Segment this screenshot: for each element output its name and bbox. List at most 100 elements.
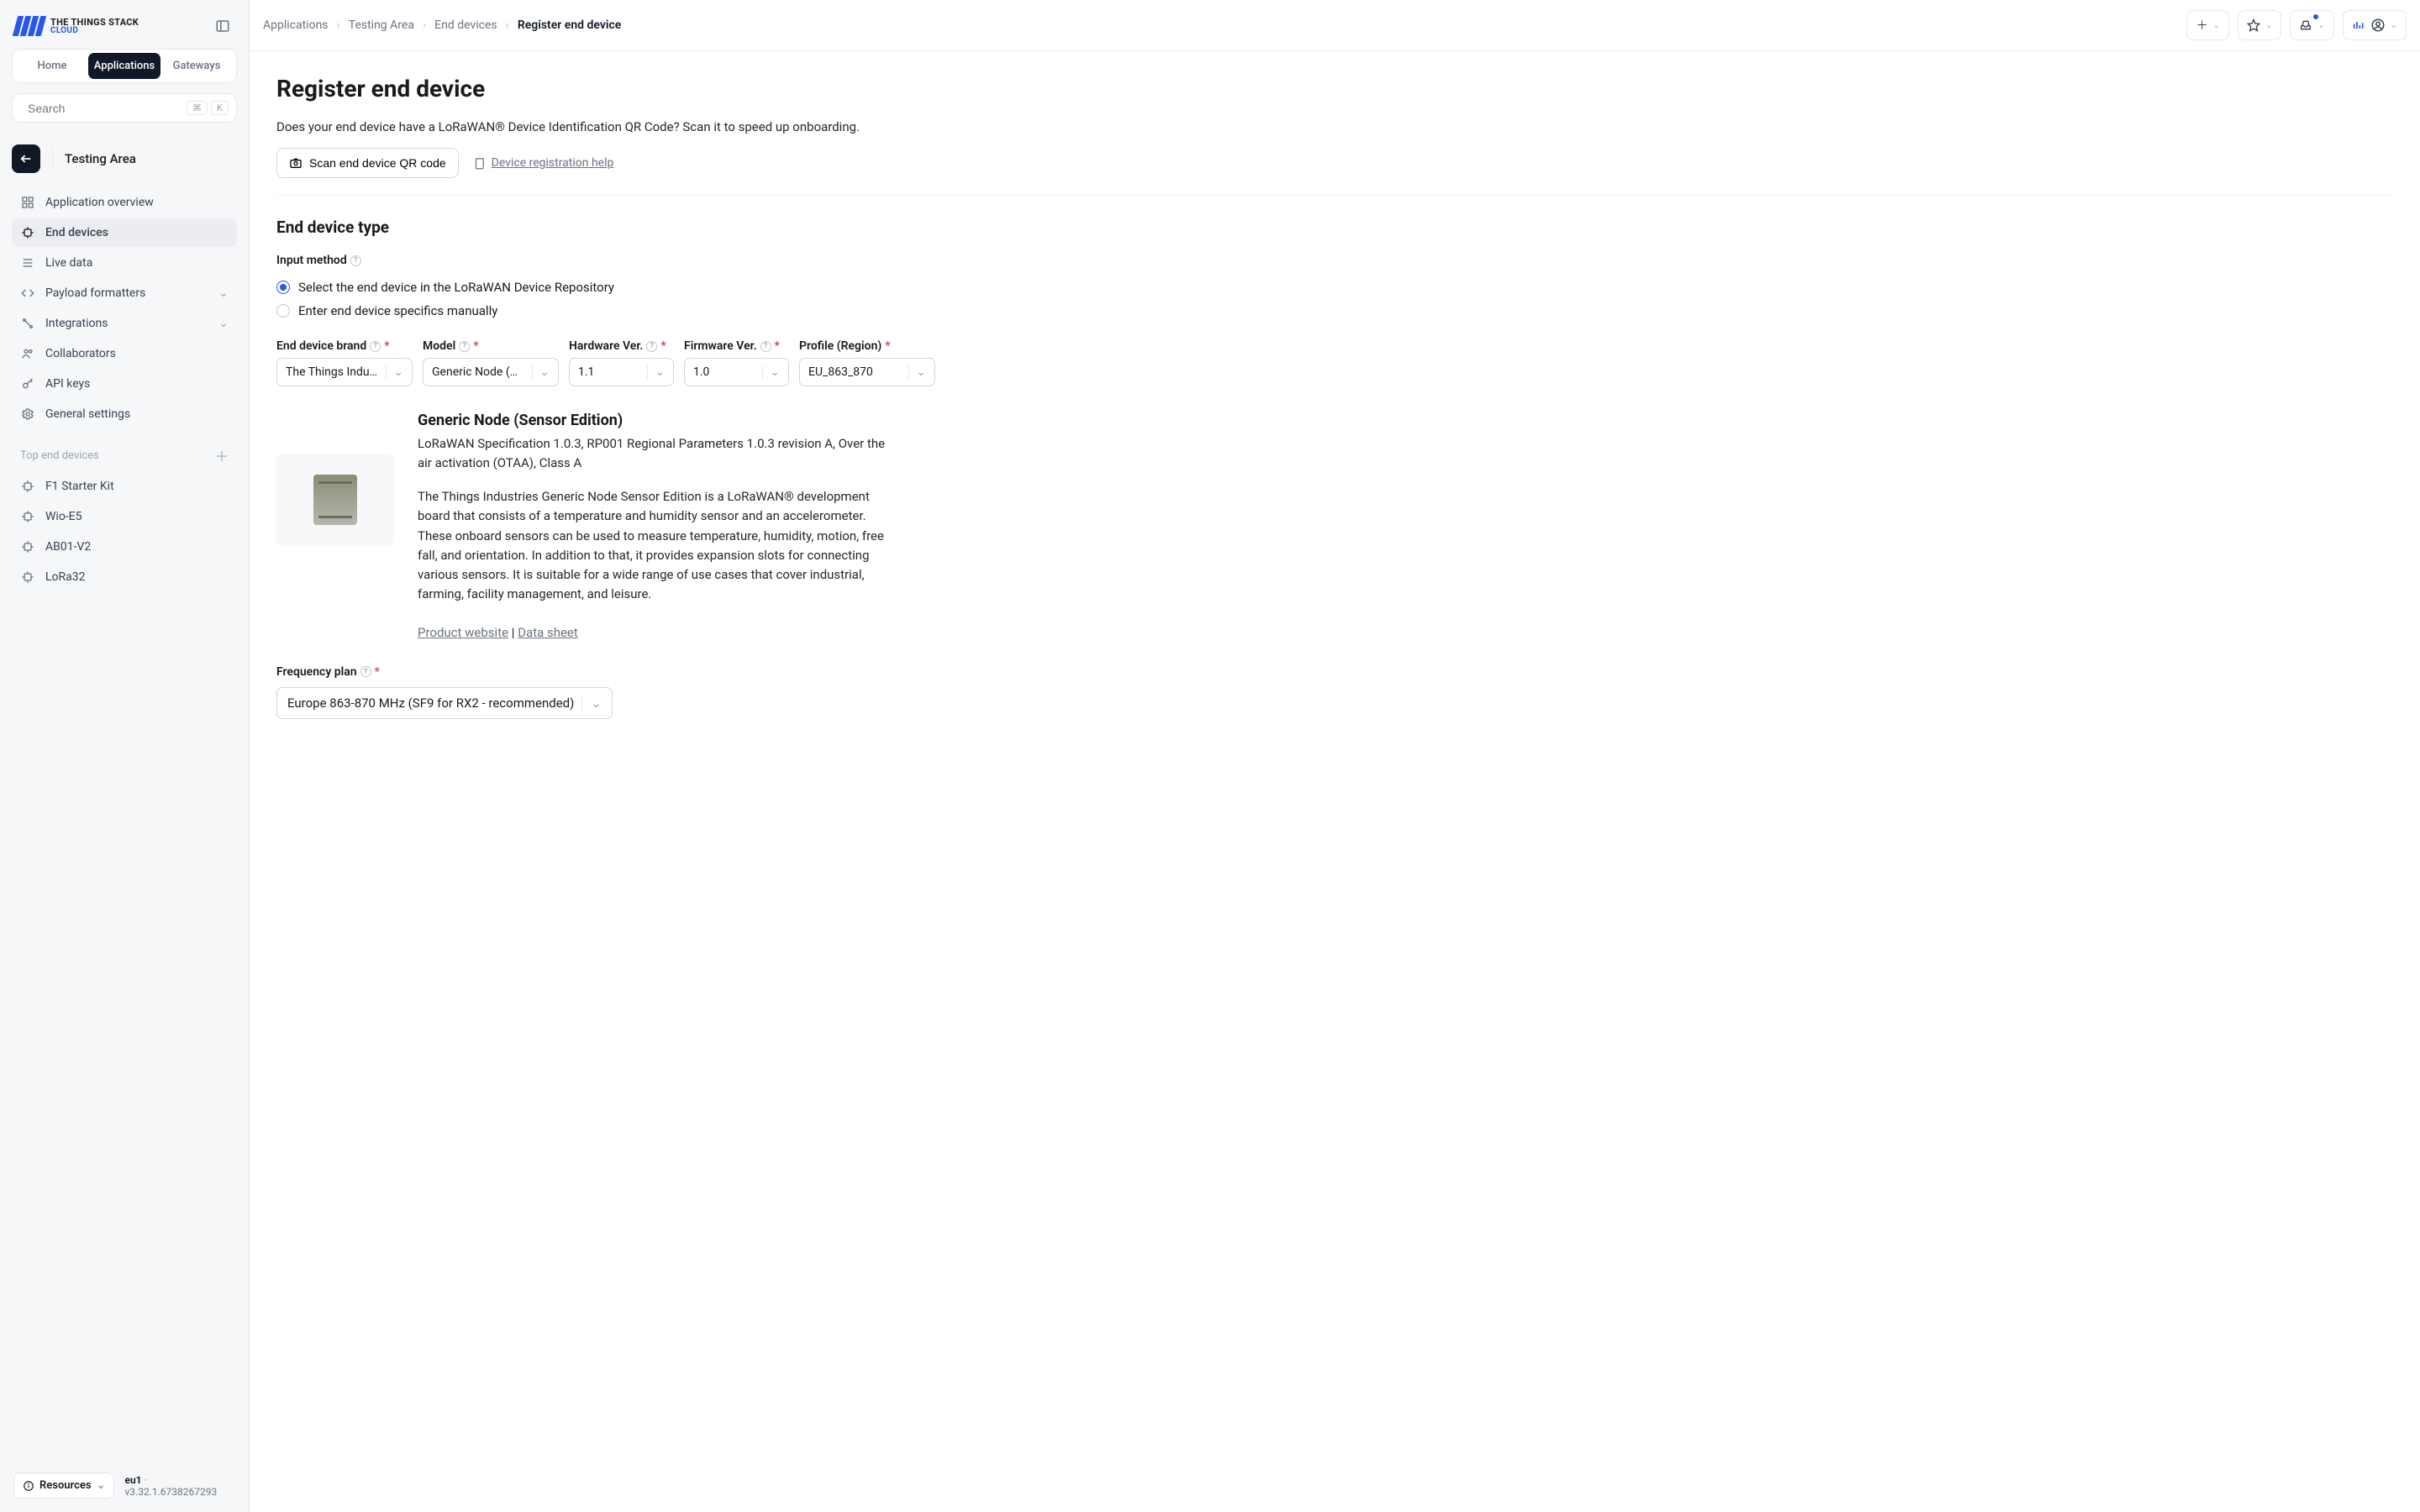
sidebar-item-collaborators[interactable]: Collaborators [12,339,237,368]
logo-icon [13,16,46,36]
select-frequency-plan[interactable]: Europe 863-870 MHz (SF9 for RX2 - recomm… [276,687,613,719]
user-icon [2370,18,2386,33]
key-icon [20,376,35,391]
crumb-testing-area[interactable]: Testing Area [349,18,414,32]
sidebar-item-live-data[interactable]: Live data [12,249,237,277]
sidebar-item-label: API keys [45,377,90,391]
sidebar: THE THINGS STACK CLOUD Home Applications… [0,0,249,1512]
frequency-plan-label: Frequency plan [276,665,357,679]
nav-tabs: Home Applications Gateways [12,49,237,83]
sidebar-item-label: Integrations [45,317,108,330]
tab-applications[interactable]: Applications [88,53,160,79]
sidebar-item-label: Collaborators [45,347,116,360]
input-method-label: Input method [276,254,347,267]
chevron-down-icon: ⌄ [581,696,602,711]
add-device-icon[interactable]: ＋ [215,445,229,465]
brand-logo[interactable]: THE THINGS STACK CLOUD [15,16,139,36]
chevron-down-icon: ⌄ [762,365,780,379]
chip-icon [20,539,35,554]
section-end-device-type: End device type [276,218,2393,237]
chip-icon [20,570,35,585]
version-text: eu1 · v3.32.1.6738267293 [124,1474,235,1498]
chevron-down-icon: ⌄ [908,365,926,379]
info-icon[interactable]: ? [370,341,381,352]
chip-icon [20,509,35,524]
crumb-end-devices[interactable]: End devices [434,18,497,32]
sidebar-item-payload[interactable]: Payload formatters ⌄ [12,279,237,307]
sidebar-item-settings[interactable]: General settings [12,400,237,428]
crumb-current: Register end device [518,18,622,32]
side-menu: Application overview End devices Live da… [12,188,237,591]
select-model[interactable]: Generic Node (…⌄ [423,358,559,386]
inbox-button[interactable]: ⌄ [2290,10,2333,40]
integrations-icon [20,316,35,331]
chevron-down-icon: ⌄ [97,1479,106,1492]
select-brand[interactable]: The Things Indu…⌄ [276,358,413,386]
help-link[interactable]: Device registration help [474,156,614,170]
code-icon [20,286,35,301]
info-icon[interactable]: ? [646,341,657,352]
chevron-down-icon: ⌄ [2317,21,2324,30]
chevron-down-icon: ⌄ [218,286,229,300]
top-devices-label: Top end devices [20,449,99,462]
back-button[interactable] [12,144,40,173]
gear-icon [20,407,35,422]
sidebar-item-label: End devices [45,226,108,239]
users-icon [20,346,35,361]
top-device-item[interactable]: LoRa32 [12,563,237,591]
product-website-link[interactable]: Product website [418,625,508,640]
search-field[interactable] [28,102,180,115]
sidebar-item-overview[interactable]: Application overview [12,188,237,217]
select-hardware-version[interactable]: 1.1⌄ [569,358,674,386]
chevron-down-icon: ⌄ [2391,21,2397,30]
crumb-applications[interactable]: Applications [263,18,329,32]
grid-icon [20,195,35,210]
search-shortcut: ⌘K [187,101,229,115]
info-icon[interactable]: ? [350,255,361,266]
radio-checked-icon [276,281,290,294]
topbar: Applications › Testing Area › End device… [250,0,2420,51]
info-icon[interactable]: ? [760,341,771,352]
sidebar-item-label: Payload formatters [45,286,145,300]
collapse-sidebar-icon[interactable] [212,15,234,37]
org-icon [2352,18,2365,32]
star-icon [2247,18,2260,32]
add-button[interactable]: ＋⌄ [2186,10,2228,40]
sidebar-item-integrations[interactable]: Integrations ⌄ [12,309,237,338]
camera-icon [289,156,302,170]
select-firmware-version[interactable]: 1.0⌄ [684,358,789,386]
device-description: The Things Industries Generic Node Senso… [418,487,888,605]
data-sheet-link[interactable]: Data sheet [518,625,578,640]
search-input[interactable]: ⌘K [12,93,237,123]
breadcrumb: Applications › Testing Area › End device… [263,18,621,32]
book-icon [474,157,487,170]
main-content: Applications › Testing Area › End device… [249,0,2420,1512]
scan-qr-button[interactable]: Scan end device QR code [276,148,459,178]
top-device-item[interactable]: AB01-V2 [12,533,237,561]
tab-gateways[interactable]: Gateways [160,53,233,79]
sidebar-item-end-devices[interactable]: End devices [12,218,237,247]
chevron-down-icon: ⌄ [532,365,550,379]
radio-unchecked-icon [276,304,290,318]
chevron-down-icon: ⌄ [2212,21,2219,30]
select-profile-region[interactable]: EU_863_870⌄ [799,358,935,386]
radio-repository[interactable]: Select the end device in the LoRaWAN Dev… [276,276,2393,299]
tab-home[interactable]: Home [16,53,88,79]
chevron-down-icon: ⌄ [218,317,229,330]
device-spec: LoRaWAN Specification 1.0.3, RP001 Regio… [418,434,888,472]
sidebar-item-label: General settings [45,407,130,421]
intro-text: Does your end device have a LoRaWAN® Dev… [276,119,2393,134]
sidebar-item-api-keys[interactable]: API keys [12,370,237,398]
page-title: Register end device [276,75,2393,102]
top-device-item[interactable]: Wio-E5 [12,502,237,531]
radio-manual[interactable]: Enter end device specifics manually [276,299,2393,323]
info-icon[interactable]: ? [459,341,470,352]
info-icon[interactable]: ? [360,666,371,677]
chip-icon [20,479,35,494]
notification-dot [2313,14,2318,19]
star-button[interactable]: ⌄ [2238,10,2281,40]
top-device-item[interactable]: F1 Starter Kit [12,472,237,501]
user-menu-button[interactable]: ⌄ [2343,10,2407,40]
inbox-icon [2299,18,2312,32]
resources-button[interactable]: Resources ⌄ [13,1473,114,1499]
